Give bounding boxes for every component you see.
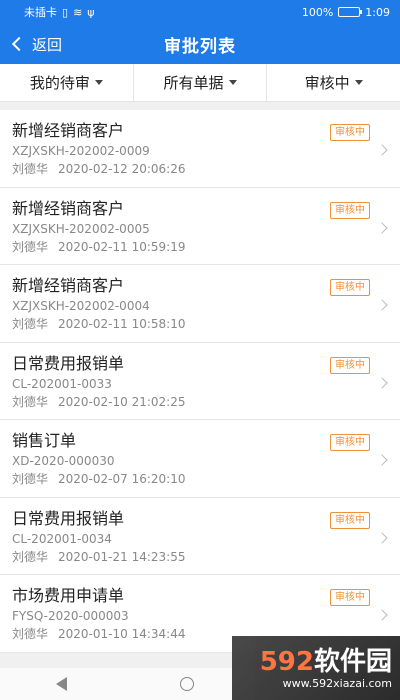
item-code: XZJXSKH-202002-0005: [12, 221, 150, 236]
list-item[interactable]: 销售订单 XD-2020-000030 刘德华 2020-02-07 16:20:…: [0, 420, 400, 498]
sim-icon: ▯: [62, 5, 69, 19]
status-badge: 审核中: [330, 511, 370, 529]
filter-status[interactable]: 审核中: [267, 64, 400, 101]
status-badge: 审核中: [330, 356, 370, 374]
status-right: 100% 1:09: [302, 6, 390, 19]
page-title: 审批列表: [164, 36, 236, 57]
item-user: 刘德华: [12, 549, 49, 564]
item-user: 刘德华: [12, 317, 49, 331]
item-user: 刘德华: [12, 627, 49, 641]
item-meta: 刘德华 2020-02-12 20:06:26: [12, 160, 400, 178]
item-code: XD-2020-000030: [12, 454, 115, 468]
status-badge: 审核中: [330, 201, 370, 219]
item-meta: 刘德华 2020-02-10 21:02:25: [12, 393, 400, 411]
home-circle-icon[interactable]: [179, 677, 194, 691]
status-bar: 未插卡 ▯ ≋ ψ 100% 1:09: [0, 0, 400, 24]
item-meta: 刘德华 2020-01-21 14:23:55: [12, 548, 400, 566]
battery-text: 100%: [301, 5, 334, 19]
chevron-left-icon: [11, 36, 27, 52]
back-label: 返回: [32, 35, 63, 54]
item-code: CL-202001-0033: [12, 376, 112, 391]
clock: 1:09: [365, 5, 390, 19]
status-left: 未插卡 ▯ ≋ ψ: [24, 4, 95, 20]
filter-label: 所有单据: [163, 74, 224, 92]
item-time: 2020-02-11 10:58:10: [58, 317, 186, 331]
item-time: 2020-01-10 14:34:44: [58, 627, 186, 641]
item-code: CL-202001-0034: [12, 531, 112, 546]
item-user: 刘德华: [12, 394, 49, 409]
list-item[interactable]: 新增经销商客户 XZJXSKH-202002-0005 刘德华 2020-02-1…: [0, 187, 400, 265]
item-user: 刘德华: [12, 472, 49, 486]
filter-label: 我的待审: [29, 74, 90, 92]
watermark-url: www.592xiazai.com: [282, 676, 392, 690]
status-badge: 审核中: [330, 124, 370, 141]
item-time: 2020-02-07 16:20:10: [58, 472, 186, 486]
caret-down-icon: [94, 80, 103, 85]
usb-icon: ψ: [87, 5, 95, 19]
app-root: 未插卡 ▯ ≋ ψ 100% 1:09 返回 审批列表 我的待审 所有单据 审核…: [0, 0, 400, 700]
status-badge: 审核中: [330, 589, 370, 606]
carrier-text: 未插卡: [24, 6, 57, 19]
list-item[interactable]: 日常费用报销单 CL-202001-0033 刘德华 2020-02-10 21:…: [0, 342, 400, 420]
filter-bar: 我的待审 所有单据 审核中: [0, 64, 400, 102]
item-code: FYSQ-2020-000003: [12, 609, 129, 623]
watermark-main: 592软件园: [259, 646, 392, 677]
caret-down-icon: [228, 80, 237, 85]
item-user: 刘德华: [12, 162, 49, 176]
item-meta: 刘德华 2020-02-11 10:59:19: [12, 238, 400, 256]
item-user: 刘德华: [12, 239, 49, 254]
watermark-logo: 592软件园 www.592xiazai.com: [232, 636, 400, 700]
filter-all-documents[interactable]: 所有单据: [134, 64, 268, 101]
caret-down-icon: [354, 80, 363, 85]
back-button[interactable]: 返回: [11, 24, 63, 64]
status-badge: 审核中: [330, 434, 370, 451]
item-time: 2020-01-21 14:23:55: [58, 549, 186, 564]
status-badge: 审核中: [330, 279, 370, 296]
list-item[interactable]: 日常费用报销单 CL-202001-0034 刘德华 2020-01-21 14:…: [0, 497, 400, 575]
battery-icon: [338, 7, 363, 17]
wifi-icon: ≋: [73, 5, 83, 19]
item-code: XZJXSKH-202002-0009: [12, 144, 150, 158]
item-meta: 刘德华 2020-02-11 10:58:10: [12, 315, 400, 333]
list-item[interactable]: 新增经销商客户 XZJXSKH-202002-0004 刘德华 2020-02-1…: [0, 265, 400, 343]
nav-bar: 返回 审批列表: [0, 24, 400, 64]
item-time: 2020-02-12 20:06:26: [58, 162, 186, 176]
filter-my-pending[interactable]: 我的待审: [0, 64, 134, 101]
item-time: 2020-02-11 10:59:19: [58, 239, 186, 254]
back-triangle-icon[interactable]: [56, 677, 68, 691]
filter-label: 审核中: [304, 74, 350, 92]
approval-list: 新增经销商客户 XZJXSKH-202002-0009 刘德华 2020-02-1…: [0, 110, 400, 665]
item-code: XZJXSKH-202002-0004: [12, 299, 150, 313]
item-meta: 刘德华 2020-02-07 16:20:10: [12, 470, 400, 488]
item-time: 2020-02-10 21:02:25: [58, 394, 186, 409]
list-item[interactable]: 新增经销商客户 XZJXSKH-202002-0009 刘德华 2020-02-1…: [0, 110, 400, 188]
